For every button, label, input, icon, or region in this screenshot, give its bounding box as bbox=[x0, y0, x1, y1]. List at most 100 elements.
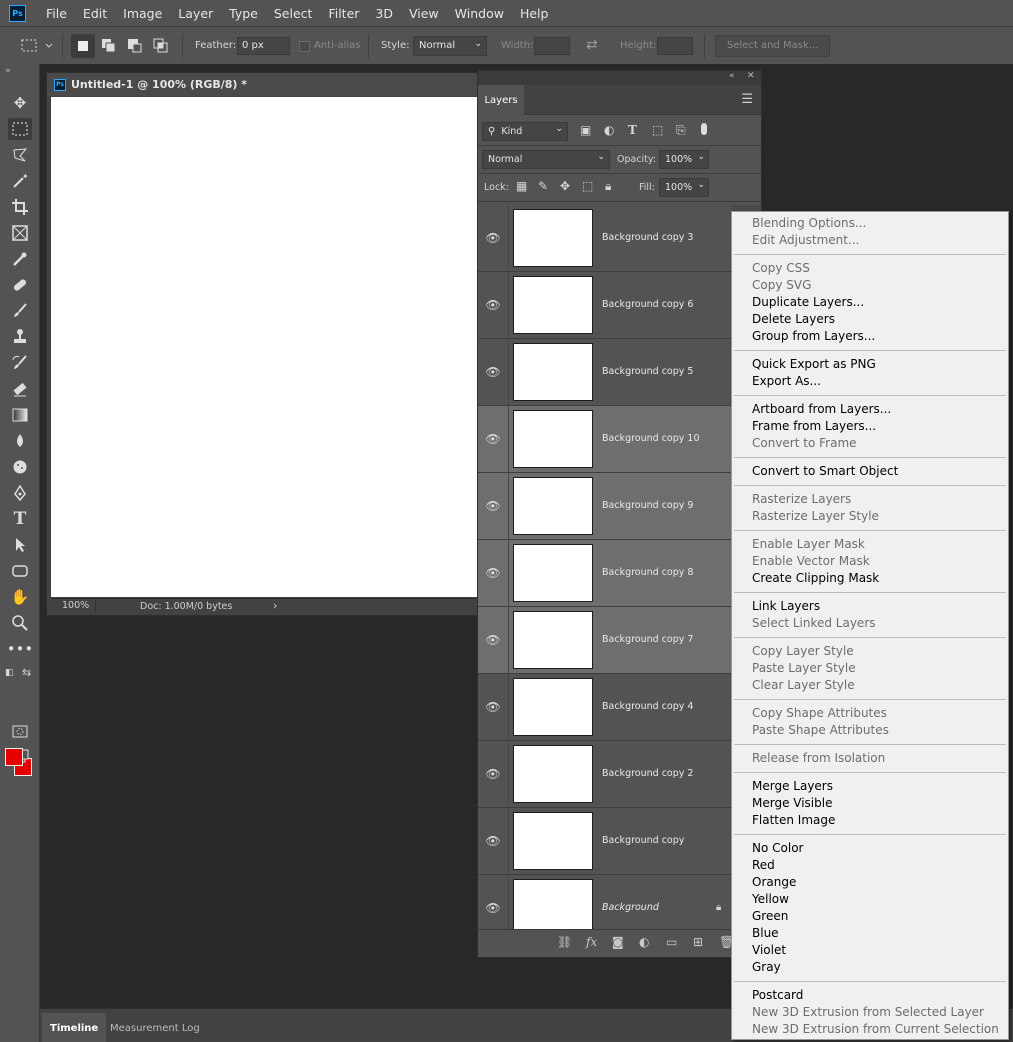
new-selection-button[interactable] bbox=[71, 34, 95, 58]
menu-file[interactable]: File bbox=[38, 6, 75, 21]
context-menu-item[interactable]: Yellow bbox=[732, 891, 1008, 908]
panel-menu-icon[interactable]: ☰ bbox=[741, 92, 753, 107]
new-layer-icon[interactable]: ⊞ bbox=[693, 935, 703, 949]
visibility-eye-icon[interactable]: 👁︎ bbox=[478, 741, 509, 807]
type-tool[interactable]: T bbox=[8, 508, 32, 530]
context-menu-item[interactable]: Link Layers bbox=[732, 598, 1008, 615]
path-selection-tool[interactable] bbox=[8, 534, 32, 556]
shape-filter-icon[interactable]: ⬚ bbox=[652, 123, 663, 137]
visibility-eye-icon[interactable]: 👁︎ bbox=[478, 205, 509, 271]
visibility-eye-icon[interactable]: 👁︎ bbox=[478, 607, 509, 673]
type-filter-icon[interactable]: T bbox=[628, 123, 637, 137]
anti-alias-checkbox[interactable] bbox=[299, 41, 310, 52]
clone-stamp-tool[interactable] bbox=[8, 326, 32, 348]
default-colors-icon[interactable]: ◧ bbox=[5, 668, 14, 678]
eyedropper-tool[interactable] bbox=[8, 248, 32, 270]
eraser-tool[interactable] bbox=[8, 378, 32, 400]
intersect-selection-button[interactable] bbox=[149, 34, 173, 58]
menu-filter[interactable]: Filter bbox=[320, 6, 367, 21]
healing-brush-tool[interactable] bbox=[8, 274, 32, 296]
layer-row[interactable]: 👁︎ Background 🔒︎ bbox=[478, 875, 731, 929]
adjustment-filter-icon[interactable]: ◐ bbox=[604, 123, 614, 137]
image-filter-icon[interactable]: ▣ bbox=[580, 123, 591, 137]
context-menu-item[interactable]: Violet bbox=[732, 942, 1008, 959]
context-menu-item[interactable]: Postcard bbox=[732, 987, 1008, 1004]
dodge-tool[interactable] bbox=[8, 456, 32, 478]
frame-tool[interactable] bbox=[8, 222, 32, 244]
link-layers-icon[interactable]: ⛓︎ bbox=[557, 935, 572, 949]
context-menu-item[interactable]: Delete Layers bbox=[732, 311, 1008, 328]
context-menu-item[interactable]: Export As... bbox=[732, 373, 1008, 390]
visibility-eye-icon[interactable]: 👁︎ bbox=[478, 808, 509, 874]
style-select[interactable]: Normal ⌄ bbox=[413, 36, 487, 56]
layer-row-selected[interactable]: 👁︎ Background copy 8 bbox=[478, 540, 731, 607]
layer-row[interactable]: 👁︎ Background copy 3 bbox=[478, 205, 731, 272]
context-menu-item[interactable]: Orange bbox=[732, 874, 1008, 891]
swap-dimensions-icon[interactable]: ⇄ bbox=[586, 37, 598, 53]
select-and-mask-button[interactable]: Select and Mask... bbox=[715, 35, 831, 57]
context-menu-item[interactable]: Frame from Layers... bbox=[732, 418, 1008, 435]
context-menu-item[interactable]: Artboard from Layers... bbox=[732, 401, 1008, 418]
lock-image-pixels-icon[interactable]: ✎ bbox=[538, 179, 548, 193]
rectangle-tool[interactable] bbox=[8, 560, 32, 582]
add-mask-icon[interactable]: ◙ bbox=[612, 935, 624, 949]
visibility-eye-icon[interactable]: 👁︎ bbox=[478, 875, 509, 929]
menu-view[interactable]: View bbox=[401, 6, 447, 21]
crop-tool[interactable] bbox=[8, 196, 32, 218]
context-menu-item[interactable]: No Color bbox=[732, 840, 1008, 857]
tab-timeline[interactable]: Timeline bbox=[42, 1013, 107, 1042]
tool-preset-picker[interactable] bbox=[18, 37, 54, 55]
canvas[interactable] bbox=[51, 97, 478, 597]
add-to-selection-button[interactable] bbox=[97, 34, 121, 58]
context-menu-item[interactable]: Group from Layers... bbox=[732, 328, 1008, 345]
swap-colors-icon[interactable]: ⇆ bbox=[22, 666, 31, 679]
folder-icon[interactable]: ▭ bbox=[666, 935, 677, 949]
visibility-eye-icon[interactable]: 👁︎ bbox=[478, 473, 509, 539]
lock-transparent-pixels-icon[interactable]: ▦ bbox=[516, 179, 527, 193]
blend-mode-select[interactable]: Normal ⌄ bbox=[482, 150, 610, 169]
filter-kind-select[interactable]: ⚲ Kind ⌄ bbox=[482, 122, 568, 141]
context-menu-item[interactable]: Quick Export as PNG bbox=[732, 356, 1008, 373]
layer-row-selected[interactable]: 👁︎ Background copy 10 bbox=[478, 406, 731, 473]
gradient-tool[interactable] bbox=[8, 404, 32, 426]
visibility-eye-icon[interactable]: 👁︎ bbox=[478, 674, 509, 740]
context-menu-item[interactable]: Gray bbox=[732, 959, 1008, 976]
height-input[interactable] bbox=[657, 37, 693, 55]
zoom-tool[interactable] bbox=[8, 612, 32, 634]
layer-row[interactable]: 👁︎ Background copy 2 bbox=[478, 741, 731, 808]
lock-position-icon[interactable]: ✥ bbox=[560, 179, 570, 193]
feather-input[interactable]: 0 px bbox=[237, 37, 290, 55]
pen-tool[interactable] bbox=[8, 482, 32, 504]
subtract-from-selection-button[interactable] bbox=[123, 34, 147, 58]
brush-tool[interactable] bbox=[8, 300, 32, 322]
width-input[interactable] bbox=[534, 37, 570, 55]
collapse-icon[interactable]: » bbox=[5, 66, 11, 76]
chevron-right-icon[interactable]: › bbox=[273, 599, 277, 612]
menu-help[interactable]: Help bbox=[512, 6, 557, 21]
menu-layer[interactable]: Layer bbox=[170, 6, 221, 21]
smart-object-filter-icon[interactable]: ⎘ bbox=[676, 123, 686, 138]
zoom-level[interactable]: 100% bbox=[51, 600, 96, 613]
collapse-panel-icon[interactable]: « bbox=[729, 71, 735, 81]
menu-type[interactable]: Type bbox=[221, 6, 266, 21]
lock-artboard-icon[interactable]: ⬚ bbox=[582, 179, 593, 193]
close-panel-icon[interactable]: ✕ bbox=[747, 71, 755, 81]
layer-row[interactable]: 👁︎ Background copy 6 bbox=[478, 272, 731, 339]
menu-edit[interactable]: Edit bbox=[75, 6, 115, 21]
lock-all-icon[interactable]: 🔒︎ bbox=[605, 179, 611, 194]
magic-wand-tool[interactable]: ✦ bbox=[8, 170, 32, 192]
hand-tool[interactable]: ✋ bbox=[8, 586, 32, 608]
layer-row[interactable]: 👁︎ Background copy 4 bbox=[478, 674, 731, 741]
context-menu-item[interactable]: Flatten Image bbox=[732, 812, 1008, 829]
blur-tool[interactable] bbox=[8, 430, 32, 452]
visibility-eye-icon[interactable]: 👁︎ bbox=[478, 272, 509, 338]
context-menu-item[interactable]: Merge Visible bbox=[732, 795, 1008, 812]
document-tab[interactable]: Ps Untitled-1 @ 100% (RGB/8) * bbox=[47, 73, 478, 96]
context-menu-item[interactable]: Duplicate Layers... bbox=[732, 294, 1008, 311]
menu-3d[interactable]: 3D bbox=[367, 6, 401, 21]
quick-mask-button[interactable] bbox=[8, 720, 32, 742]
visibility-eye-icon[interactable]: 👁︎ bbox=[478, 406, 509, 472]
tab-measurement-log[interactable]: Measurement Log bbox=[102, 1013, 208, 1042]
menu-select[interactable]: Select bbox=[266, 6, 321, 21]
context-menu-item[interactable]: Create Clipping Mask bbox=[732, 570, 1008, 587]
